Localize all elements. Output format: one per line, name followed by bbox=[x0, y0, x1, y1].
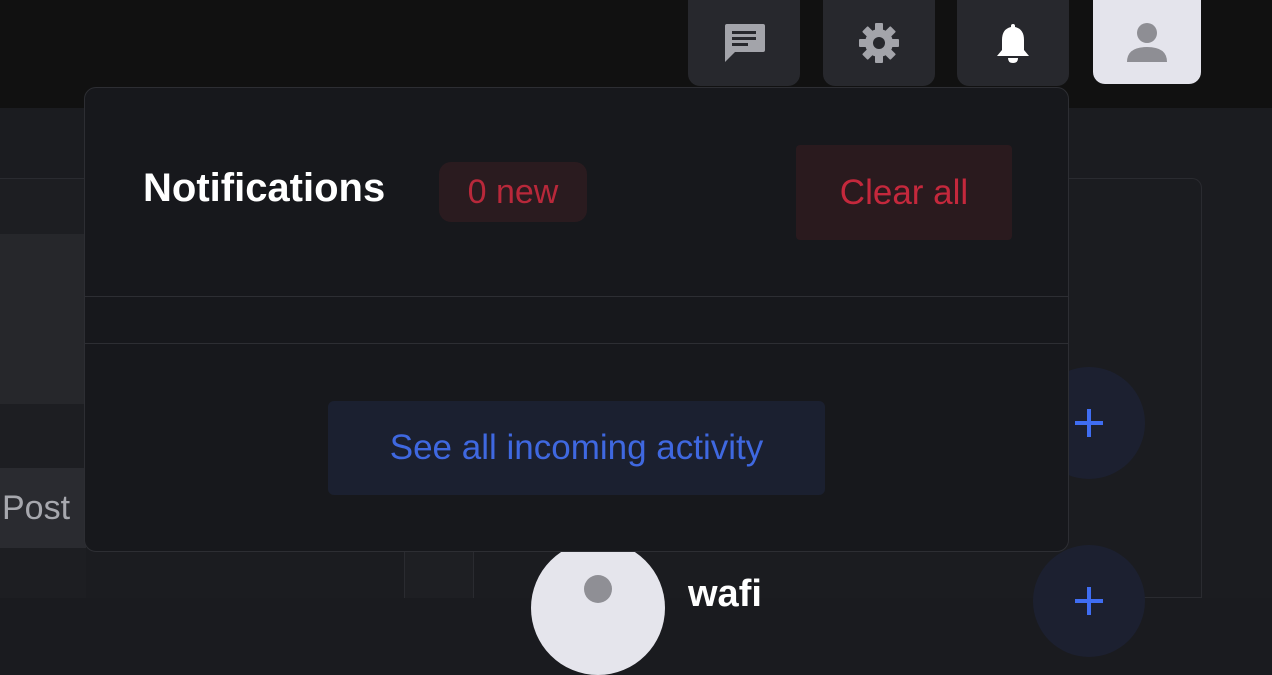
bell-icon bbox=[997, 24, 1029, 63]
see-all-activity-button[interactable]: See all incoming activity bbox=[328, 401, 825, 495]
plus-icon bbox=[1075, 409, 1103, 437]
avatar-user-icon bbox=[584, 575, 612, 603]
left-content-card bbox=[0, 234, 86, 404]
notifications-button[interactable] bbox=[957, 0, 1069, 86]
notifications-dropdown: Notifications 0 new Clear all See all in… bbox=[84, 87, 1069, 552]
username-label: wafi bbox=[688, 573, 762, 615]
user-icon bbox=[1127, 23, 1167, 62]
user-avatar[interactable] bbox=[531, 541, 665, 675]
add-button-secondary[interactable] bbox=[1033, 545, 1145, 657]
notifications-header: Notifications 0 new Clear all bbox=[85, 88, 1068, 297]
settings-button[interactable] bbox=[823, 0, 935, 86]
new-count-badge: 0 new bbox=[439, 162, 587, 222]
profile-button[interactable] bbox=[1093, 0, 1201, 84]
post-button-label: Post bbox=[2, 488, 71, 527]
clear-all-button[interactable]: Clear all bbox=[796, 145, 1012, 240]
notifications-list bbox=[85, 298, 1068, 344]
plus-icon bbox=[1075, 587, 1103, 615]
notifications-title: Notifications bbox=[143, 166, 386, 210]
chat-icon bbox=[725, 24, 765, 62]
messages-button[interactable] bbox=[688, 0, 800, 86]
gear-icon bbox=[859, 23, 899, 63]
post-button[interactable]: Post bbox=[0, 468, 86, 548]
